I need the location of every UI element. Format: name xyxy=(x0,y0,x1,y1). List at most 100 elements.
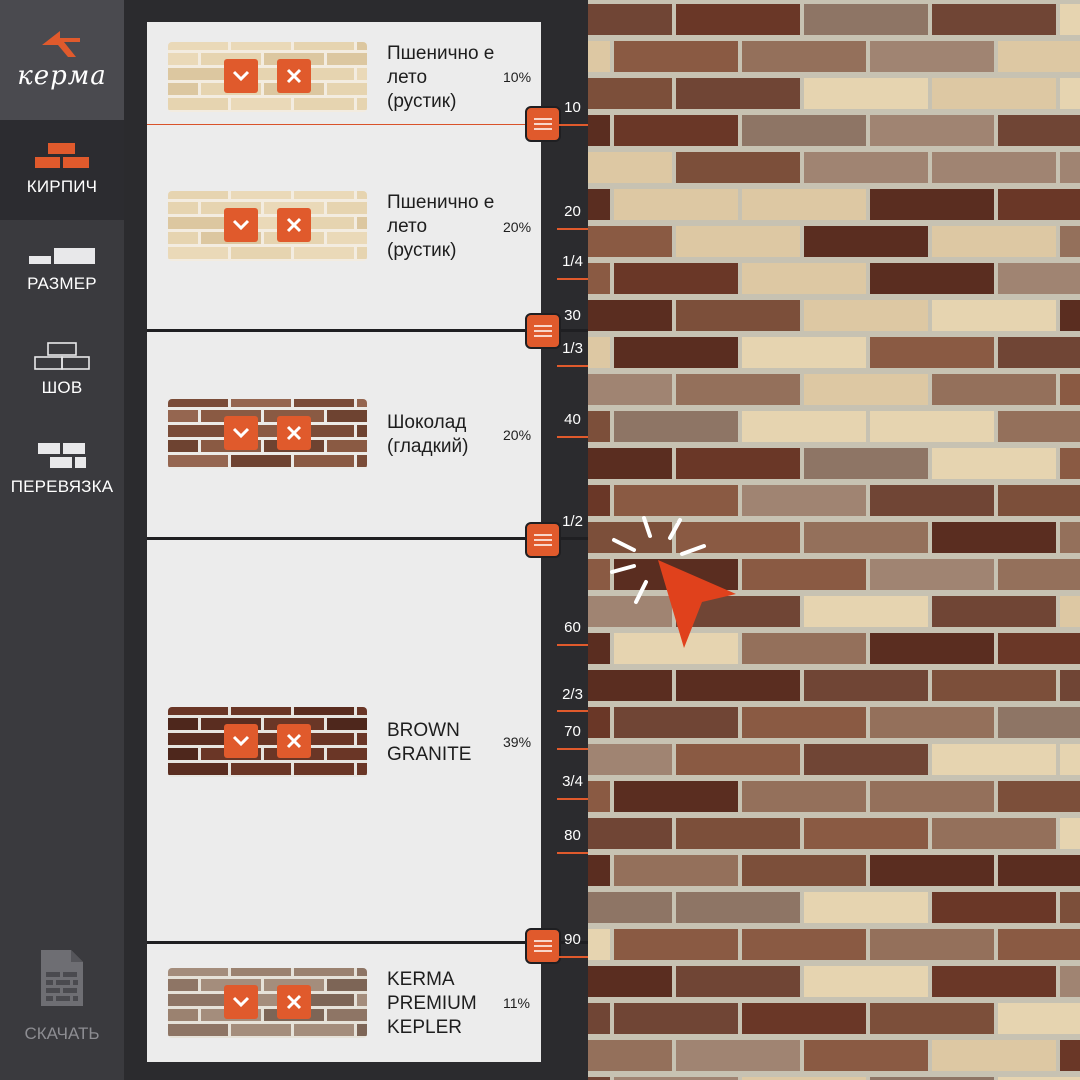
brick-name: Пшенично е лето (рустик) xyxy=(387,192,495,261)
brick-joint-icon xyxy=(34,342,90,370)
chevron-down-icon xyxy=(232,427,250,439)
logo-text: керма xyxy=(17,61,107,91)
ruler-label: 60 xyxy=(564,619,581,636)
divider xyxy=(147,537,588,540)
ruler-label: 1/2 xyxy=(562,513,583,530)
brick-percent: 20% xyxy=(503,219,532,235)
app: керма КИРПИЧ РАЗМЕР ШОВ ПЕРЕВЯЗКА СКАЧАТ… xyxy=(0,0,1080,1080)
sidebar-item-label: КИРПИЧ xyxy=(26,177,98,196)
sidebar-item-bond[interactable]: ПЕРЕВЯЗКА xyxy=(0,420,124,520)
ruler-label: 70 xyxy=(564,723,581,740)
ruler-mark: 90 xyxy=(557,931,588,958)
brick-name: BROWN GRANITE xyxy=(387,720,472,765)
ruler-label: 10 xyxy=(564,99,581,116)
sidebar-item-size[interactable]: РАЗМЕР xyxy=(0,220,124,320)
sidebar-item-label: РАЗМЕР xyxy=(27,274,97,293)
remove-button[interactable] xyxy=(277,985,311,1019)
brick-thumbnail xyxy=(168,968,367,1038)
divider xyxy=(147,941,588,944)
ruler-mark: 30 xyxy=(557,307,588,324)
remove-button[interactable] xyxy=(277,208,311,242)
ruler-mark: 20 xyxy=(557,203,588,230)
close-icon xyxy=(286,217,302,233)
expand-button[interactable] xyxy=(224,59,258,93)
brick-percent: 10% xyxy=(503,69,532,85)
sidebar-item-label: ШОВ xyxy=(41,378,83,397)
divider-handle[interactable] xyxy=(525,313,561,349)
bricks-icon xyxy=(35,143,89,168)
brick-thumbnail xyxy=(168,191,367,261)
brick-thumbnail xyxy=(168,707,367,777)
ruler-mark: 80 xyxy=(557,827,588,854)
divider xyxy=(147,124,588,125)
remove-button[interactable] xyxy=(277,59,311,93)
brick-document-icon xyxy=(41,950,83,1006)
ruler-mark: 1/2 xyxy=(557,513,588,530)
close-icon xyxy=(286,733,302,749)
menu-icon xyxy=(534,325,552,337)
expand-button[interactable] xyxy=(224,416,258,450)
download-button[interactable]: СКАЧАТЬ xyxy=(0,950,124,1060)
divider-handle[interactable] xyxy=(525,106,561,142)
ruler-tick xyxy=(557,278,588,280)
ruler-label: 1/3 xyxy=(562,340,583,357)
divider-handle[interactable] xyxy=(525,522,561,558)
brick-item: BROWN GRANITE 39% xyxy=(147,540,541,944)
close-icon xyxy=(286,994,302,1010)
sidebar: керма КИРПИЧ РАЗМЕР ШОВ ПЕРЕВЯЗКА СКАЧАТ… xyxy=(0,0,124,1080)
ruler-tick xyxy=(557,228,588,230)
menu-icon xyxy=(534,534,552,546)
brick-name: KERMA PREMIUM KEPLER xyxy=(387,969,477,1038)
ruler-tick xyxy=(557,852,588,854)
brick-percent: 11% xyxy=(503,995,530,1011)
brick-item: Шоколад (гладкий) 20% xyxy=(147,332,541,540)
chevron-down-icon xyxy=(232,735,250,747)
divider xyxy=(147,329,588,332)
brick-percent: 20% xyxy=(503,427,532,443)
ruler-mark: 10 xyxy=(557,99,588,126)
close-icon xyxy=(286,68,302,84)
ruler-label: 30 xyxy=(564,307,581,324)
ruler-tick xyxy=(557,644,588,646)
remove-button[interactable] xyxy=(277,724,311,758)
expand-button[interactable] xyxy=(224,985,258,1019)
download-label: СКАЧАТЬ xyxy=(24,1024,100,1043)
chevron-down-icon xyxy=(232,70,250,82)
remove-button[interactable] xyxy=(277,416,311,450)
ruler-label: 2/3 xyxy=(562,686,583,703)
sidebar-item-joint[interactable]: ШОВ xyxy=(0,320,124,420)
divider-handle[interactable] xyxy=(525,928,561,964)
sidebar-item-brick[interactable]: КИРПИЧ xyxy=(0,120,124,220)
ruler-label: 1/4 xyxy=(562,253,583,270)
ruler-mark: 2/3 xyxy=(557,686,588,712)
expand-button[interactable] xyxy=(224,724,258,758)
ruler-tick xyxy=(557,956,588,958)
ruler-tick xyxy=(557,365,588,367)
ruler-mark: 60 xyxy=(557,619,588,646)
brick-item: KERMA PREMIUM KEPLER 11% xyxy=(147,946,541,1062)
ruler-tick xyxy=(557,748,588,750)
brick-item: Пшенично е лето (рустик) 20% xyxy=(147,125,541,331)
menu-icon xyxy=(534,118,552,130)
brick-bond-icon xyxy=(38,443,86,468)
brick-thumbnail xyxy=(168,42,367,112)
kerma-logo-icon xyxy=(42,31,80,57)
ruler-tick xyxy=(557,710,588,712)
ruler-mark: 1/3 xyxy=(557,340,588,367)
ruler-label: 20 xyxy=(564,203,581,220)
menu-icon xyxy=(534,940,552,952)
brick-name: Пшенично е лето (рустик) xyxy=(387,43,495,112)
brick-thumbnail xyxy=(168,399,367,469)
ruler-tick xyxy=(557,124,588,126)
ruler-mark: 40 xyxy=(557,411,588,438)
ruler-tick xyxy=(557,436,588,438)
ruler-label: 40 xyxy=(564,411,581,428)
expand-button[interactable] xyxy=(224,208,258,242)
brick-percent: 39% xyxy=(503,734,532,750)
chevron-down-icon xyxy=(232,996,250,1008)
ruler-tick xyxy=(557,798,588,800)
ruler-mark: 3/4 xyxy=(557,773,588,800)
ruler-mark: 1/4 xyxy=(557,253,588,280)
logo[interactable]: керма xyxy=(0,0,124,120)
close-icon xyxy=(286,425,302,441)
